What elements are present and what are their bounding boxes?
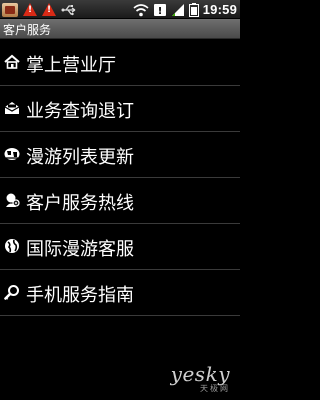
- signal-icon: [171, 3, 184, 16]
- svg-text:!: !: [157, 6, 162, 17]
- system-icons: ! 19:59: [133, 1, 237, 18]
- menu-item-label: 客户服务热线: [26, 193, 134, 214]
- warning-icon: [23, 3, 37, 16]
- menu-item-label: 掌上营业厅: [26, 55, 116, 76]
- menu-item-intl-roaming-service[interactable]: 国际漫游客服: [0, 224, 240, 270]
- menu-item-label: 手机服务指南: [26, 285, 134, 306]
- menu-item-label: 漫游列表更新: [26, 147, 134, 168]
- menu-item-mobile-hall[interactable]: 掌上营业厅: [0, 40, 240, 86]
- app-icon: [2, 2, 18, 17]
- clock: 19:59: [202, 2, 237, 17]
- menu-item-label: 业务查询退订: [26, 101, 134, 122]
- home-icon: [4, 54, 20, 69]
- headset-icon: [6, 193, 20, 207]
- battery-icon: [188, 2, 199, 17]
- wifi-icon: [133, 3, 149, 16]
- mail-open-icon: [4, 102, 20, 114]
- menu-item-customer-hotline[interactable]: 客户服务热线: [0, 178, 240, 224]
- usb-icon: [61, 4, 76, 15]
- mail-icon: !: [153, 3, 166, 17]
- notification-icons: [2, 1, 77, 18]
- watermark: yesky 天极网: [171, 362, 230, 394]
- warning-icon: [42, 3, 56, 16]
- menu-item-business-query[interactable]: 业务查询退订: [0, 86, 240, 132]
- page-title: 客户服务: [3, 23, 52, 37]
- title-bar: 客户服务: [0, 19, 240, 39]
- status-bar: ! 19:59: [0, 0, 240, 19]
- menu-item-roaming-list[interactable]: 漫游列表更新: [0, 132, 240, 178]
- globe-list-icon: [4, 148, 20, 160]
- service-menu: 掌上营业厅 业务查询退订 漫游列表更新 客户服务热线 国际漫游客服 手机服务指南: [0, 40, 240, 316]
- menu-item-service-guide[interactable]: 手机服务指南: [0, 270, 240, 316]
- search-icon: [4, 285, 19, 300]
- menu-item-label: 国际漫游客服: [26, 239, 134, 260]
- globe-icon: [5, 239, 19, 253]
